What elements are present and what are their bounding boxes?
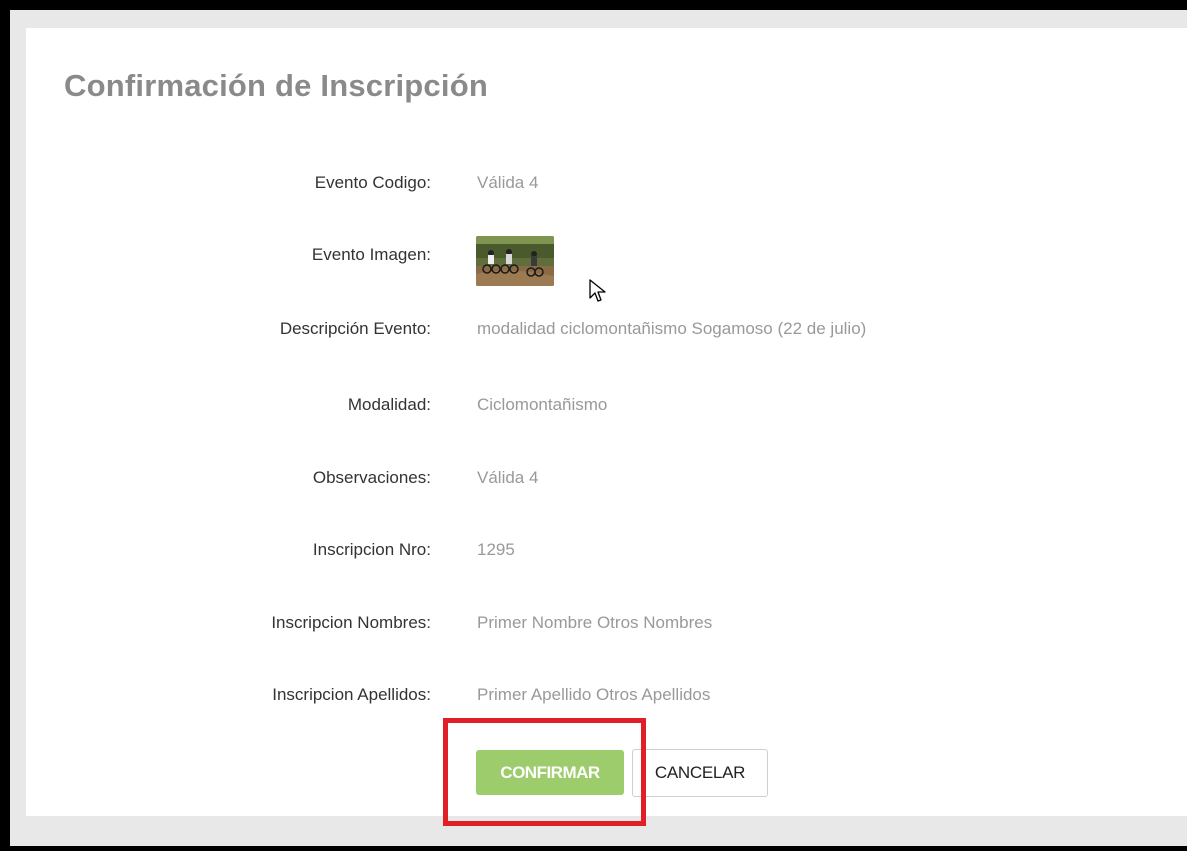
event-image-thumbnail[interactable] (476, 236, 554, 286)
field-inscripcion-nombres: Inscripcion Nombres: Primer Nombre Otros… (26, 613, 1166, 643)
highlight-box (443, 718, 646, 826)
field-label: Modalidad: (347, 395, 431, 414)
field-descripcion-evento: Descripción Evento: modalidad ciclomonta… (26, 319, 1166, 349)
field-value: 1295 (477, 540, 515, 559)
field-evento-imagen: Evento Imagen: (26, 245, 1166, 275)
confirmation-panel: Confirmación de Inscripción Evento Codig… (26, 28, 1187, 816)
field-observaciones: Observaciones: Válida 4 (26, 468, 1166, 498)
field-label: Descripción Evento: (279, 319, 431, 338)
field-label: Evento Imagen: (311, 245, 431, 264)
field-inscripcion-nro: Inscripcion Nro: 1295 (26, 540, 1166, 570)
field-inscripcion-apellidos: Inscripcion Apellidos: Primer Apellido O… (26, 685, 1166, 715)
field-label: Observaciones: (312, 468, 431, 487)
mouse-pointer-icon (588, 278, 608, 309)
field-value: modalidad ciclomontañismo Sogamoso (22 d… (477, 319, 867, 338)
field-value: Válida 4 (477, 468, 539, 487)
field-evento-codigo: Evento Codigo: Válida 4 (26, 173, 1166, 203)
page-title: Confirmación de Inscripción (64, 68, 488, 103)
field-value: Primer Nombre Otros Nombres (477, 613, 713, 632)
field-label: Inscripcion Nombres: (271, 613, 431, 632)
field-value: Primer Apellido Otros Apellidos (477, 685, 711, 704)
field-label: Evento Codigo: (314, 173, 431, 192)
field-modalidad: Modalidad: Ciclomontañismo (26, 395, 1166, 425)
field-label: Inscripcion Nro: (312, 540, 431, 559)
field-value: Ciclomontañismo (477, 395, 608, 414)
field-label: Inscripcion Apellidos: (272, 685, 431, 704)
cancel-button[interactable]: CANCELAR (632, 749, 768, 797)
field-value: Válida 4 (477, 173, 539, 192)
